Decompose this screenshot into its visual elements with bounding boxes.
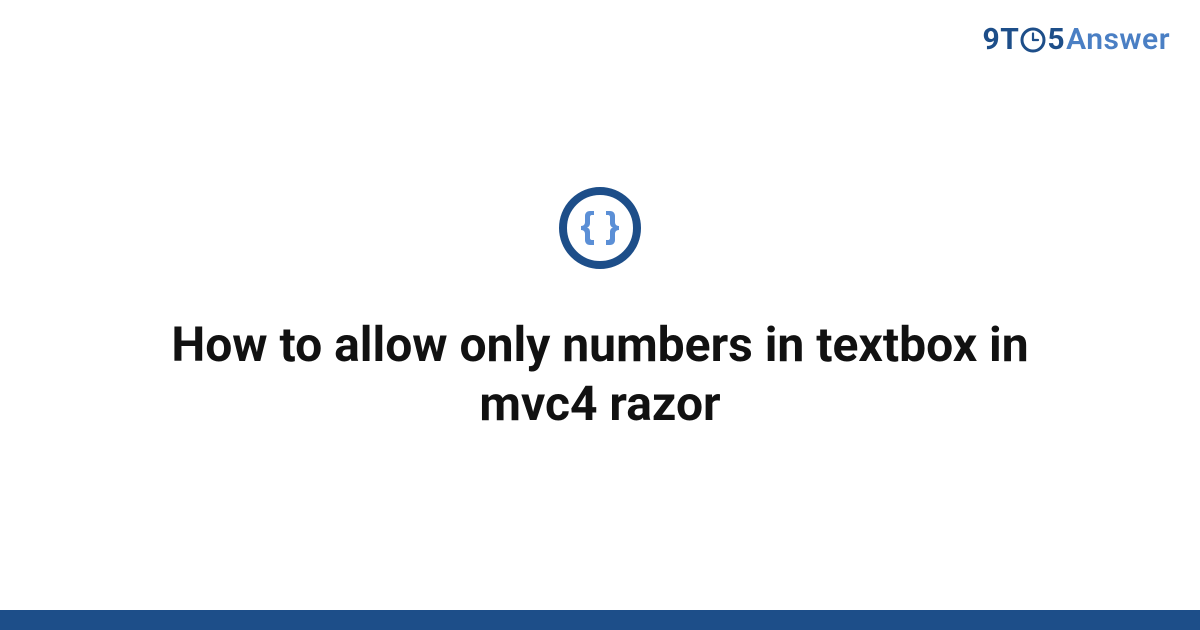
footer-accent-bar: [0, 610, 1200, 630]
code-braces-icon: [558, 186, 642, 270]
page-title: How to allow only numbers in textbox in …: [150, 316, 1050, 433]
main-content: How to allow only numbers in textbox in …: [0, 0, 1200, 610]
